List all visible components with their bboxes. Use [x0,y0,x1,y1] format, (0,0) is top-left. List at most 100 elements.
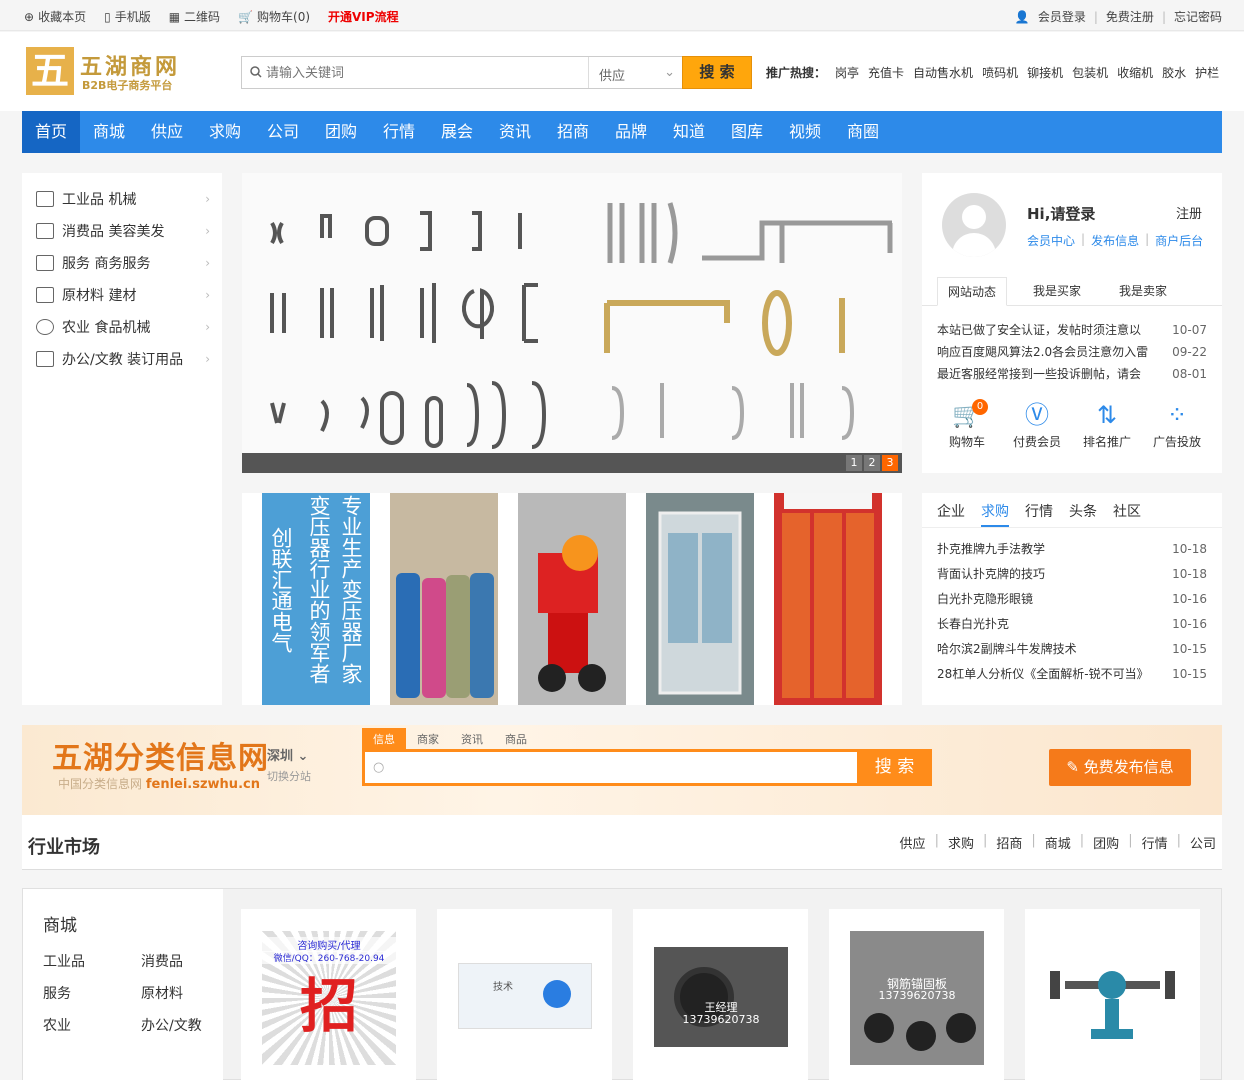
list-item[interactable]: 扑克推牌九手法教学 10-18 [937,537,1207,562]
tab-enterprise[interactable]: 企业 [937,501,965,527]
ad-vending[interactable] [774,493,882,705]
register-link[interactable]: 注册 [1176,203,1202,222]
list-item[interactable]: 哈尔滨2副牌斗牛发牌技术 10-15 [937,637,1207,662]
qrcode-link[interactable]: ▦ 二维码 [169,8,220,25]
product-card[interactable]: 王经理 13739620738 [633,909,808,1080]
tab-quote[interactable]: 行情 [1025,501,1053,527]
hot-item[interactable]: 包装机 [1072,64,1108,81]
fenlei-logo[interactable]: 五湖分类信息网 [52,733,269,777]
nav-know[interactable]: 知道 [660,111,718,153]
search-button[interactable]: 搜 索 [682,56,752,89]
city-selector[interactable]: 深圳 ⌄ [267,745,308,764]
fenlei-search-box[interactable]: ○ 搜 索 [362,749,932,786]
list-item[interactable]: 本站已做了安全认证，发帖时须注意以 10-07 [937,319,1207,341]
nav-company[interactable]: 公司 [254,111,312,153]
tab-buy[interactable]: 求购 [981,501,1009,527]
list-item[interactable]: 背面认扑克牌的技巧 10-18 [937,562,1207,587]
switch-site-link[interactable]: 切换分站 [267,768,311,784]
hot-item[interactable]: 岗亭 [835,64,859,81]
hot-item[interactable]: 护栏 [1195,64,1219,81]
market-link[interactable]: 商城 [1045,833,1071,852]
tab-merchant[interactable]: 商家 [406,728,450,750]
hot-item[interactable]: 喷码机 [982,64,1018,81]
bookmark-link[interactable]: ⊕ 收藏本页 [24,8,86,25]
quick-rank[interactable]: ⇅ 排名推广 [1072,397,1142,450]
nav-news[interactable]: 资讯 [486,111,544,153]
list-item[interactable]: 响应百度飓风算法2.0各会员注意勿入雷 09-22 [937,341,1207,363]
vip-link[interactable]: 开通VIP流程 [328,8,399,25]
market-link[interactable]: 求购 [948,833,974,852]
mobile-link[interactable]: ▯ 手机版 [104,8,151,25]
search-type-select[interactable]: 供应 ⌄ [588,57,683,88]
product-card[interactable]: 钢筋锚固板 13739620738 [829,909,1004,1080]
nav-home[interactable]: 首页 [22,111,80,153]
ad-transformer[interactable]: 专业生产变压器厂家 变压器行业的领军者 创联汇通电气 [262,493,370,705]
category-item-agriculture[interactable]: 农业 食品机械 › [22,311,222,343]
nav-quote[interactable]: 行情 [370,111,428,153]
market-link[interactable]: 团购 [1093,833,1119,852]
banner-carousel[interactable]: 1 2 3 [242,173,902,473]
tab-buyer[interactable]: 我是买家 [1022,277,1092,306]
tab-news[interactable]: 资讯 [450,728,494,750]
tab-headline[interactable]: 头条 [1069,501,1097,527]
category-item-service[interactable]: 服务 商务服务 › [22,247,222,279]
shop-cat[interactable]: 服务 [43,983,71,1003]
product-card[interactable] [1025,909,1200,1080]
shop-cat[interactable]: 工业品 [43,951,85,971]
nav-group[interactable]: 团购 [312,111,370,153]
category-item-material[interactable]: 原材料 建材 › [22,279,222,311]
register-link[interactable]: 免费注册 [1106,8,1154,25]
nav-invest[interactable]: 招商 [544,111,602,153]
nav-buy[interactable]: 求购 [196,111,254,153]
nav-brand[interactable]: 品牌 [602,111,660,153]
tab-info[interactable]: 信息 [362,728,406,750]
tab-community[interactable]: 社区 [1113,501,1141,527]
hot-item[interactable]: 铆接机 [1027,64,1063,81]
market-link[interactable]: 招商 [996,833,1022,852]
quick-ads[interactable]: ⁘ 广告投放 [1142,397,1212,450]
shop-cat[interactable]: 办公/文教 [141,1015,202,1035]
market-link[interactable]: 公司 [1190,833,1216,852]
market-link[interactable]: 供应 [900,833,926,852]
cart-link[interactable]: 🛒 购物车(0) [238,8,310,25]
merchant-backend-link[interactable]: 商户后台 [1155,232,1203,249]
tab-seller[interactable]: 我是卖家 [1108,277,1178,306]
shop-cat[interactable]: 农业 [43,1015,71,1035]
shop-cat[interactable]: 消费品 [141,951,183,971]
nav-photo[interactable]: 图库 [718,111,776,153]
shop-cat[interactable]: 原材料 [141,983,183,1003]
quick-vip[interactable]: Ⓥ 付费会员 [1002,397,1072,450]
quick-cart[interactable]: 🛒 0 购物车 [932,397,1002,450]
hot-item[interactable]: 收缩机 [1117,64,1153,81]
forgot-password-link[interactable]: 忘记密码 [1174,8,1222,25]
banner-page-2[interactable]: 2 [864,455,880,471]
login-link[interactable]: 会员登录 [1038,8,1086,25]
nav-supply[interactable]: 供应 [138,111,196,153]
hot-item[interactable]: 自动售水机 [913,64,973,81]
search-input[interactable] [266,63,566,83]
login-greeting[interactable]: Hi,请登录 [1027,203,1095,224]
list-item[interactable]: 最近客服经常接到一些投诉删帖，请会 08-01 [937,363,1207,385]
category-item-consumer[interactable]: 消费品 美容美发 › [22,215,222,247]
post-info-link[interactable]: 发布信息 [1091,232,1139,249]
banner-page-3[interactable]: 3 [882,455,898,471]
member-center-link[interactable]: 会员中心 [1027,232,1075,249]
banner-page-1[interactable]: 1 [846,455,862,471]
nav-circle[interactable]: 商圈 [834,111,892,153]
nav-mall[interactable]: 商城 [80,111,138,153]
tab-goods[interactable]: 商品 [494,728,538,750]
hot-item[interactable]: 胶水 [1162,64,1186,81]
category-item-office[interactable]: 办公/文教 装订用品 › [22,343,222,375]
tab-site-news[interactable]: 网站动态 [937,277,1007,306]
ad-kiosk[interactable] [646,493,754,705]
list-item[interactable]: 长春白光扑克 10-16 [937,612,1207,637]
market-link[interactable]: 行情 [1142,833,1168,852]
site-logo[interactable]: 五 五湖商网 B2B电子商务平台 [26,47,196,97]
nav-video[interactable]: 视频 [776,111,834,153]
category-item-industrial[interactable]: 工业品 机械 › [22,183,222,215]
nav-expo[interactable]: 展会 [428,111,486,153]
publish-button[interactable]: ✎ 免费发布信息 [1049,749,1191,786]
product-card[interactable]: 技术 [437,909,612,1080]
product-card[interactable]: 咨询购买/代理 微信/QQ：260-768-20.94 招 [241,909,416,1080]
ad-ink-bottles[interactable] [390,493,498,705]
